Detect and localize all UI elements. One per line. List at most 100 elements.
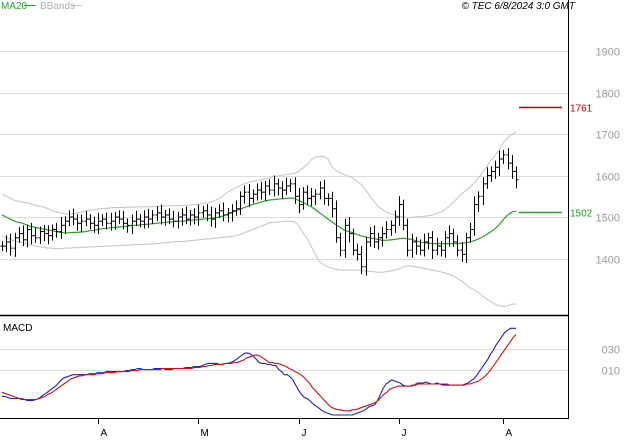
copyright-text: © TEC 6/8/2024 3:0 GMT bbox=[461, 1, 575, 12]
ohlc-bar bbox=[397, 196, 402, 226]
ohlc-bar bbox=[501, 149, 506, 164]
price-y-tick-label: 1500 bbox=[596, 213, 620, 225]
ohlc-bar bbox=[96, 212, 101, 235]
ohlc-bar bbox=[230, 204, 235, 222]
price-y-tick-label: 1900 bbox=[596, 47, 620, 59]
ohlc-bar bbox=[497, 150, 502, 176]
ohlc-bar bbox=[309, 188, 314, 206]
ohlc-bar bbox=[192, 208, 197, 225]
ohlc-bar bbox=[247, 183, 252, 208]
macd-panel bbox=[0, 316, 569, 419]
ohlc-bar bbox=[472, 196, 477, 236]
ohlc-bar bbox=[75, 214, 80, 231]
ohlc-bar bbox=[322, 179, 327, 205]
ohlc-bar bbox=[242, 185, 247, 204]
x-tick-label: M bbox=[201, 428, 209, 439]
price-y-tick-label: 1800 bbox=[596, 89, 620, 101]
ohlc-bar bbox=[514, 166, 519, 189]
level-label: 1761 bbox=[570, 104, 593, 115]
ohlc-bar bbox=[460, 241, 465, 262]
ohlc-bar bbox=[464, 232, 469, 264]
ohlc-bar bbox=[33, 227, 38, 243]
ohlc-bar bbox=[125, 218, 130, 233]
x-tick-label: A bbox=[506, 428, 513, 439]
bbands-upper-series bbox=[1, 131, 517, 218]
ohlc-bar bbox=[146, 208, 151, 228]
ohlc-bar bbox=[355, 243, 360, 261]
ohlc-bar bbox=[510, 154, 515, 179]
ohlc-bar bbox=[435, 237, 440, 256]
ohlc-bar bbox=[305, 185, 310, 205]
ohlc-bar bbox=[476, 191, 481, 213]
macd-panel-title: MACD bbox=[3, 323, 32, 334]
macd-y-ticks: 030 010 bbox=[602, 345, 620, 378]
ohlc-bar bbox=[343, 218, 348, 258]
ohlc-bar bbox=[401, 199, 406, 231]
stock-chart: 1900 1800 1700 1600 1500 1400 030 010 A M J J A 17… bbox=[0, 0, 620, 439]
ohlc-bar bbox=[0, 241, 5, 252]
price-y-ticks: 1900 1800 1700 1600 1500 1400 bbox=[596, 47, 620, 267]
ohlc-bar bbox=[380, 226, 385, 247]
ohlc-bar bbox=[42, 224, 47, 242]
ohlc-bar bbox=[430, 231, 435, 259]
ohlc-bar bbox=[251, 189, 256, 204]
ohlc-bar bbox=[468, 222, 473, 243]
ohlc-bar bbox=[221, 202, 226, 222]
ohlc-bar bbox=[414, 236, 419, 255]
macd-line bbox=[2, 327, 516, 416]
ohlc-bar bbox=[4, 235, 9, 253]
ohlc-bar bbox=[134, 210, 139, 227]
ohlc-bar bbox=[489, 166, 494, 182]
ohlc-bar bbox=[422, 233, 427, 257]
x-ticks: AMJJA bbox=[98, 418, 513, 439]
ohlc-bar bbox=[284, 177, 289, 196]
x-tick-label: J bbox=[302, 428, 307, 439]
ohlc-bar bbox=[226, 207, 231, 223]
ohlc-bar bbox=[384, 221, 389, 239]
ohlc-bar bbox=[338, 232, 343, 257]
ohlc-bar bbox=[376, 232, 381, 250]
ohlc-bar bbox=[334, 200, 339, 243]
ohlc-bar bbox=[88, 214, 93, 230]
ohlc-bar bbox=[301, 187, 306, 210]
bbands-upper-line bbox=[1, 131, 517, 218]
macd-series-group bbox=[1, 327, 517, 416]
ma20-series bbox=[1, 197, 517, 245]
ohlc-bar bbox=[347, 217, 352, 243]
ohlc-bar bbox=[8, 233, 13, 256]
ohlc-bar bbox=[259, 181, 264, 200]
ohlc-bar bbox=[234, 200, 239, 216]
macd-y-tick-label: 030 bbox=[602, 345, 620, 357]
ohlc-bar bbox=[17, 226, 22, 243]
ohlc-bar bbox=[393, 210, 398, 233]
level-label: 1502 bbox=[570, 209, 593, 220]
ohlc-bar bbox=[330, 191, 335, 218]
ohlc-bar bbox=[201, 205, 206, 218]
ohlc-bar bbox=[142, 210, 147, 229]
chart-legend: MA20 BBands bbox=[1, 1, 82, 12]
ohlc-bar bbox=[46, 225, 51, 245]
ohlc-bar bbox=[255, 183, 260, 201]
ohlc-bar bbox=[159, 204, 164, 225]
x-tick-label: A bbox=[101, 428, 108, 439]
bbands-lower-line bbox=[1, 220, 516, 308]
ohlc-bar bbox=[410, 233, 415, 258]
price-y-tick-label: 1600 bbox=[596, 172, 620, 184]
ohlc-bar bbox=[368, 226, 373, 247]
ohlc-bar bbox=[104, 212, 109, 230]
ohlc-bar bbox=[326, 193, 331, 206]
price-y-tick-label: 1700 bbox=[596, 130, 620, 142]
ohlc-bar bbox=[276, 178, 281, 196]
ohlc-bar bbox=[63, 216, 68, 235]
ohlc-bar bbox=[288, 178, 293, 193]
price-annotations: 1761 1502 bbox=[519, 104, 593, 220]
ohlc-bar bbox=[217, 204, 222, 218]
ohlc-bar bbox=[13, 232, 18, 257]
bbands-lower-series bbox=[1, 220, 516, 308]
ohlc-bar bbox=[50, 224, 55, 241]
signal-line bbox=[1, 334, 517, 412]
ohlc-bar bbox=[481, 177, 486, 206]
ohlc-bar bbox=[176, 212, 181, 229]
legend-ma20-label: MA20 bbox=[1, 1, 28, 12]
ohlc-bar bbox=[155, 206, 160, 222]
